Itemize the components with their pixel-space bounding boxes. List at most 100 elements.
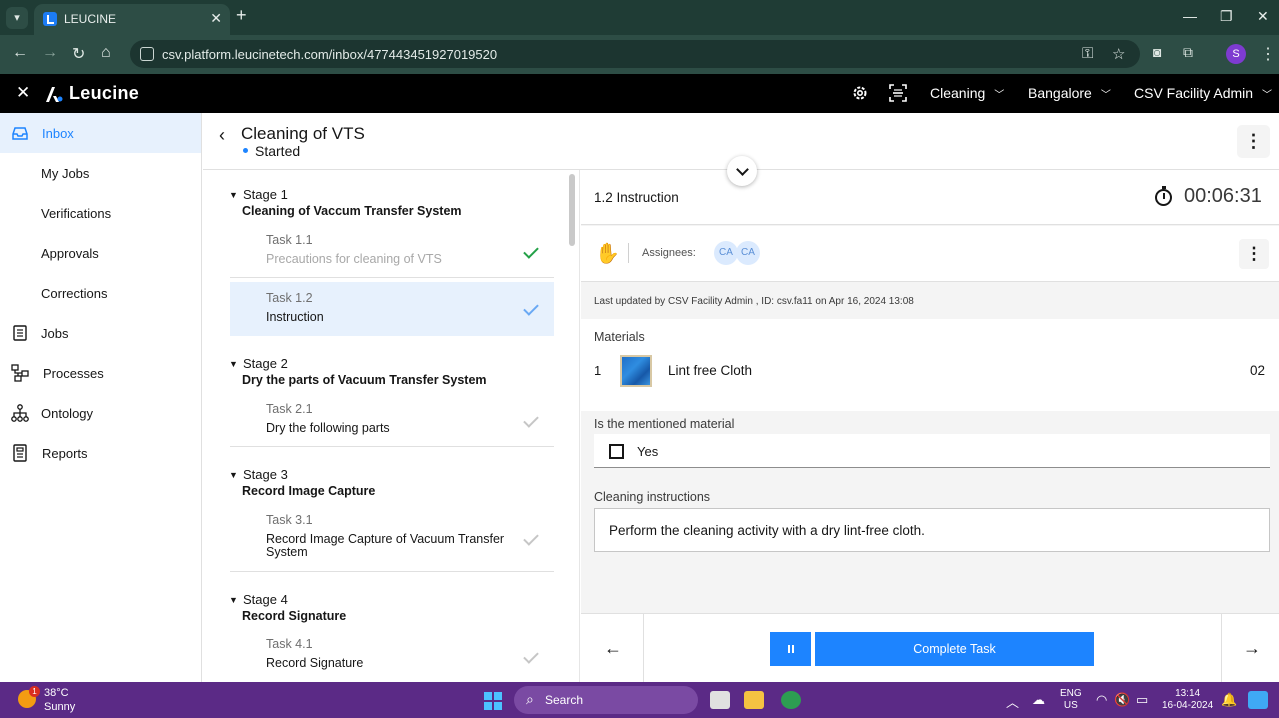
- home-icon[interactable]: ⌂: [101, 44, 111, 62]
- user-role-dropdown[interactable]: CSV Facility Admin ﹀: [1134, 85, 1272, 101]
- task-number: Task 1.1: [266, 233, 313, 247]
- file-explorer-icon[interactable]: [744, 691, 764, 709]
- windows-start-icon[interactable]: [484, 692, 502, 710]
- task-view-icon[interactable]: [710, 691, 730, 709]
- window-close-icon[interactable]: ✕: [1257, 8, 1269, 25]
- collapse-header-button[interactable]: [727, 156, 757, 186]
- task-name: Precautions for cleaning of VTS: [266, 252, 442, 266]
- job-more-options-button[interactable]: [1237, 125, 1270, 158]
- site-info-icon[interactable]: [140, 47, 154, 61]
- material-index: 1: [594, 363, 602, 378]
- sidebar: Inbox My Jobs Verifications Approvals Co…: [0, 113, 202, 682]
- chevron-down-icon: ﹀: [1100, 90, 1111, 101]
- system-clock[interactable]: 13:14 16-04-2024: [1162, 688, 1213, 712]
- sidebar-item-label: Reports: [42, 446, 88, 461]
- weather-badge: 1: [29, 686, 40, 697]
- sidebar-item-my-jobs[interactable]: My Jobs: [0, 153, 201, 193]
- task-name: Record Image Capture of Vacuum Transfer …: [266, 532, 505, 559]
- volume-muted-icon[interactable]: 🔇: [1114, 692, 1130, 708]
- back-icon[interactable]: ←: [12, 44, 28, 62]
- task-list-scrollbar[interactable]: [569, 174, 575, 246]
- sidebar-item-jobs[interactable]: Jobs: [0, 313, 201, 353]
- browser-tab[interactable]: LEUCINE ✕: [34, 4, 230, 35]
- material-image[interactable]: [620, 355, 652, 387]
- language-code: ENG: [1060, 688, 1082, 699]
- task-more-options-button[interactable]: [1239, 239, 1269, 269]
- browser-tab-strip: ▾ LEUCINE ✕ + — ❐ ✕: [0, 0, 1279, 35]
- back-arrow-icon[interactable]: ‹: [219, 125, 225, 146]
- assignee-avatar[interactable]: CA: [736, 241, 760, 265]
- next-task-arrow-icon[interactable]: →: [1243, 638, 1261, 659]
- browser-menu-icon[interactable]: ⋮: [1260, 44, 1276, 64]
- show-hidden-icons-chevron-icon[interactable]: ︿: [1006, 692, 1019, 711]
- copilot-icon[interactable]: [1248, 691, 1268, 709]
- app-header: ✕ Leucine Cleaning ﹀ Bangalore ﹀ CSV Facil…: [0, 74, 1279, 113]
- task-item[interactable]: Task 3.1 Record Image Capture of Vacuum …: [230, 508, 554, 572]
- weather-description[interactable]: Sunny: [44, 701, 75, 713]
- sidebar-item-inbox[interactable]: Inbox: [0, 113, 201, 153]
- minimize-icon[interactable]: —: [1183, 8, 1197, 24]
- sidebar-item-reports[interactable]: Reports: [0, 433, 201, 473]
- materials-section: Materials 1 Lint free Cloth 02: [581, 319, 1279, 411]
- last-updated-text: Last updated by CSV Facility Admin , ID:…: [594, 296, 914, 307]
- new-tab-icon[interactable]: +: [236, 5, 247, 26]
- camera-icon[interactable]: ◙: [1153, 44, 1161, 60]
- bookmark-star-icon[interactable]: ☆: [1112, 45, 1125, 63]
- scan-icon[interactable]: [889, 84, 907, 102]
- yes-option[interactable]: Yes: [594, 434, 1270, 468]
- divider: [643, 614, 644, 683]
- task-name: Record Signature: [266, 656, 364, 670]
- notification-bell-icon[interactable]: 🔔: [1221, 692, 1237, 708]
- tab-search-chevron-icon[interactable]: ▾: [6, 7, 28, 29]
- clock-date: 16-04-2024: [1162, 700, 1214, 711]
- hand-raise-icon[interactable]: ✋: [595, 241, 620, 266]
- reports-icon: [13, 444, 27, 462]
- assignee-avatar[interactable]: CA: [714, 241, 738, 265]
- materials-label: Materials: [594, 330, 645, 344]
- stage-number: Stage 3: [243, 467, 288, 482]
- taskbar-search-label: Search: [545, 693, 584, 707]
- caret-down-icon: ▼: [229, 595, 238, 605]
- close-icon[interactable]: ✕: [16, 83, 30, 103]
- complete-task-button[interactable]: Complete Task: [815, 632, 1094, 666]
- restore-icon[interactable]: ❐: [1220, 8, 1233, 25]
- task-item[interactable]: Task 4.1 Record Signature: [230, 632, 554, 682]
- profile-avatar[interactable]: S: [1226, 44, 1246, 64]
- task-item-active[interactable]: Task 1.2 Instruction: [230, 282, 554, 336]
- battery-icon[interactable]: ▭: [1136, 692, 1148, 708]
- pause-button[interactable]: [770, 632, 811, 666]
- status-dot: [243, 148, 248, 153]
- task-item[interactable]: Task 1.1 Precautions for cleaning of VTS: [230, 227, 554, 278]
- task-timer: 00:06:31: [1184, 185, 1262, 207]
- facility-dropdown[interactable]: Bangalore ﹀: [1028, 85, 1111, 101]
- address-bar[interactable]: csv.platform.leucinetech.com/inbox/47744…: [130, 40, 1140, 68]
- sidebar-item-approvals[interactable]: Approvals: [0, 233, 201, 273]
- forward-icon[interactable]: →: [42, 44, 58, 62]
- password-key-icon[interactable]: ⚿: [1082, 45, 1093, 62]
- tab-close-icon[interactable]: ✕: [210, 10, 222, 27]
- sidebar-item-processes[interactable]: Processes: [0, 353, 201, 393]
- extensions-icon[interactable]: ⧉: [1183, 44, 1193, 61]
- sidebar-item-ontology[interactable]: Ontology: [0, 393, 201, 433]
- instructions-box: Perform the cleaning activity with a dry…: [594, 508, 1270, 552]
- sidebar-item-corrections[interactable]: Corrections: [0, 273, 201, 313]
- material-quantity: 02: [1250, 363, 1266, 378]
- wifi-icon[interactable]: ◠: [1096, 692, 1107, 708]
- language-indicator[interactable]: ENG US: [1060, 688, 1082, 712]
- sidebar-item-label: Jobs: [41, 326, 69, 341]
- task-item[interactable]: Task 2.1 Dry the following parts: [230, 396, 554, 447]
- task-title: 1.2 Instruction: [594, 190, 679, 205]
- url-text[interactable]: csv.platform.leucinetech.com/inbox/47744…: [162, 47, 497, 62]
- taskbar-search[interactable]: ⌕ Search: [514, 686, 698, 714]
- reload-icon[interactable]: ↻: [72, 44, 85, 64]
- use-case-dropdown[interactable]: Cleaning ﹀: [930, 85, 1004, 101]
- weather-temperature[interactable]: 38°C: [44, 687, 69, 699]
- previous-task-arrow-icon[interactable]: ←: [604, 638, 622, 659]
- check-icon: [523, 243, 539, 259]
- chrome-icon[interactable]: [781, 691, 801, 709]
- settings-icon[interactable]: [851, 84, 869, 102]
- leucine-logo-icon: [46, 87, 63, 102]
- onedrive-cloud-icon[interactable]: ☁: [1032, 692, 1045, 708]
- sidebar-item-verifications[interactable]: Verifications: [0, 193, 201, 233]
- yes-checkbox[interactable]: [609, 444, 624, 459]
